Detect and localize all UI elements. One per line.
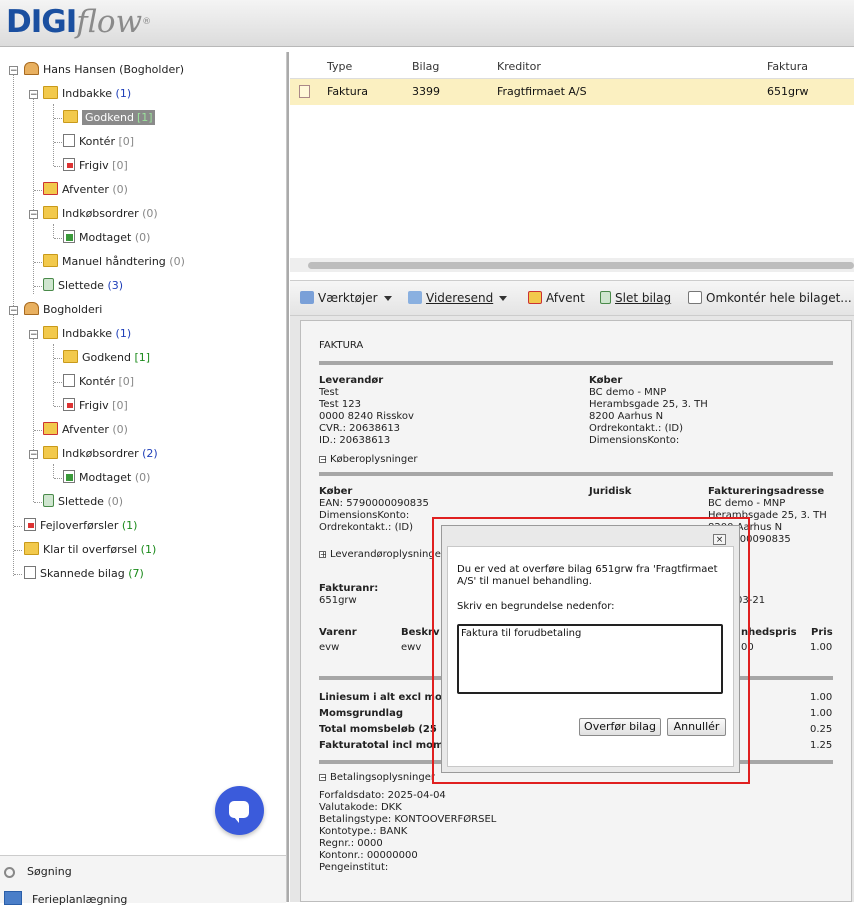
document-icon <box>63 134 75 147</box>
collapse-toggle[interactable]: − <box>29 330 38 340</box>
column-header-kreditor[interactable]: Kreditor <box>497 56 541 78</box>
collapse-toggle[interactable]: − <box>9 306 18 316</box>
collapse-toggle[interactable]: − <box>29 90 38 100</box>
tree-item-fejloverforsler[interactable]: Fejloverførsler (1) <box>24 517 137 535</box>
grid-header: Type Bilag Kreditor Faktura <box>290 56 854 79</box>
chevron-down-icon <box>383 296 392 301</box>
on-hold-folder-icon <box>43 182 58 195</box>
highlight-box <box>432 517 750 784</box>
tree-item-klar-til-overforsel[interactable]: Klar til overførsel (1) <box>24 541 156 559</box>
chat-icon <box>229 801 249 823</box>
user-group-icon <box>24 302 39 315</box>
tree-item-godkend-2[interactable]: Godkend [1] <box>63 349 150 367</box>
column-header-type[interactable]: Type <box>327 56 352 78</box>
envelope-icon <box>43 254 58 267</box>
cell-faktura: 651grw <box>767 85 809 98</box>
release-icon <box>63 398 75 411</box>
open-folder-icon <box>24 542 39 555</box>
app-header: DIGIflow® <box>0 0 854 47</box>
on-hold-folder-icon <box>43 422 58 435</box>
recode-button[interactable]: Omkontér hele bilaget... <box>688 281 854 315</box>
tree-item-indkobsordrer-2[interactable]: Indkøbsordrer (2) <box>43 445 158 463</box>
document-grid: Type Bilag Kreditor Faktura Faktura 3399… <box>290 52 854 274</box>
invoice-title: FAKTURA <box>319 340 364 351</box>
table-row[interactable]: Faktura 3399 Fragtfirmaet A/S 651grw <box>290 79 854 105</box>
trash-icon <box>43 494 54 507</box>
supplier-heading: Leverandør <box>319 375 384 386</box>
tree-item-indbakke-2[interactable]: Indbakke (1) <box>43 325 131 343</box>
supplier-info-toggle[interactable]: + Leverandøroplysninger <box>319 549 445 561</box>
digiflow-logo: DIGIflow® <box>6 4 152 40</box>
tree-item-indbakke[interactable]: Indbakke (1) <box>43 85 131 103</box>
document-icon <box>63 374 75 387</box>
delete-button[interactable]: Slet bilag <box>600 281 671 315</box>
on-hold-icon <box>528 291 542 304</box>
collapse-toggle[interactable]: − <box>29 210 38 220</box>
purchase-order-icon <box>43 446 58 459</box>
tree-item-frigiv-2[interactable]: Frigiv [0] <box>63 397 128 415</box>
trash-icon <box>43 278 54 291</box>
tree-item-afventer-2[interactable]: Afventer (0) <box>43 421 128 439</box>
calendar-icon <box>4 891 22 905</box>
scrollbar-thumb[interactable] <box>308 262 854 269</box>
payment-info-toggle[interactable]: − Betalingsoplysninger <box>319 772 435 784</box>
folder-icon <box>63 350 78 363</box>
forward-button[interactable]: Videresend <box>408 281 508 315</box>
buyer-heading: Køber <box>589 375 623 386</box>
error-document-icon <box>24 518 36 531</box>
scanned-document-icon <box>24 566 36 579</box>
folder-icon <box>43 326 58 339</box>
tree-item-skannede-bilag[interactable]: Skannede bilag (7) <box>24 565 144 583</box>
tools-icon <box>300 291 314 304</box>
tree-item-modtaget-2[interactable]: Modtaget (0) <box>63 469 150 487</box>
tree-item-konter-2[interactable]: Kontér [0] <box>63 373 134 391</box>
search-icon <box>4 867 15 878</box>
received-icon <box>63 230 75 243</box>
forward-icon <box>408 291 422 304</box>
horizontal-scrollbar[interactable] <box>290 258 854 272</box>
recode-icon <box>688 291 702 304</box>
tree-item-bogholderi[interactable]: Bogholderi <box>24 301 102 319</box>
release-icon <box>63 158 75 171</box>
chat-button[interactable] <box>215 786 264 835</box>
column-header-bilag[interactable]: Bilag <box>412 56 439 78</box>
tree-item-frigiv[interactable]: Frigiv [0] <box>63 157 128 175</box>
vacation-planning-nav[interactable]: Ferieplanlægning <box>4 890 127 910</box>
tree-item-afventer[interactable]: Afventer (0) <box>43 181 128 199</box>
search-nav[interactable]: Søgning <box>4 862 72 882</box>
folder-icon <box>63 110 78 123</box>
invoice-icon <box>299 85 310 98</box>
tree-item-manuel-handtering[interactable]: Manuel håndtering (0) <box>43 253 185 271</box>
user-group-icon <box>24 62 39 75</box>
cell-type: Faktura <box>327 85 368 98</box>
tree-item-indkobsordrer[interactable]: Indkøbsordrer (0) <box>43 205 158 223</box>
buyer-info-toggle[interactable]: − Køberoplysninger <box>319 454 418 466</box>
folder-icon <box>43 86 58 99</box>
tree-item-slettede-2[interactable]: Slettede (0) <box>43 493 123 511</box>
tools-menu-button[interactable]: Værktøjer <box>300 281 392 315</box>
tree-item-godkend[interactable]: Godkend [1] <box>63 109 155 127</box>
tree-item-konter[interactable]: Kontér [0] <box>63 133 134 151</box>
collapse-toggle[interactable]: − <box>9 66 18 76</box>
tree-item-modtaget[interactable]: Modtaget (0) <box>63 229 150 247</box>
purchase-order-icon <box>43 206 58 219</box>
cell-kreditor: Fragtfirmaet A/S <box>497 85 587 98</box>
left-bottom-panel: Søgning Ferieplanlægning <box>0 855 286 906</box>
hold-button[interactable]: Afvent <box>528 281 585 315</box>
action-toolbar: Værktøjer Videresend Afvent Slet bilag O… <box>290 280 854 316</box>
tree-item-slettede[interactable]: Slettede (3) <box>43 277 123 295</box>
cell-bilag: 3399 <box>412 85 440 98</box>
tree-item-hans-hansen[interactable]: Hans Hansen (Bogholder) <box>24 61 184 79</box>
navigation-tree: − Hans Hansen (Bogholder) − Indbakke (1)… <box>0 52 287 902</box>
received-icon <box>63 470 75 483</box>
collapse-toggle[interactable]: − <box>29 450 38 460</box>
chevron-down-icon <box>499 296 508 301</box>
trash-icon <box>600 291 611 304</box>
column-header-faktura[interactable]: Faktura <box>767 56 808 78</box>
panel-splitter[interactable] <box>287 52 289 902</box>
